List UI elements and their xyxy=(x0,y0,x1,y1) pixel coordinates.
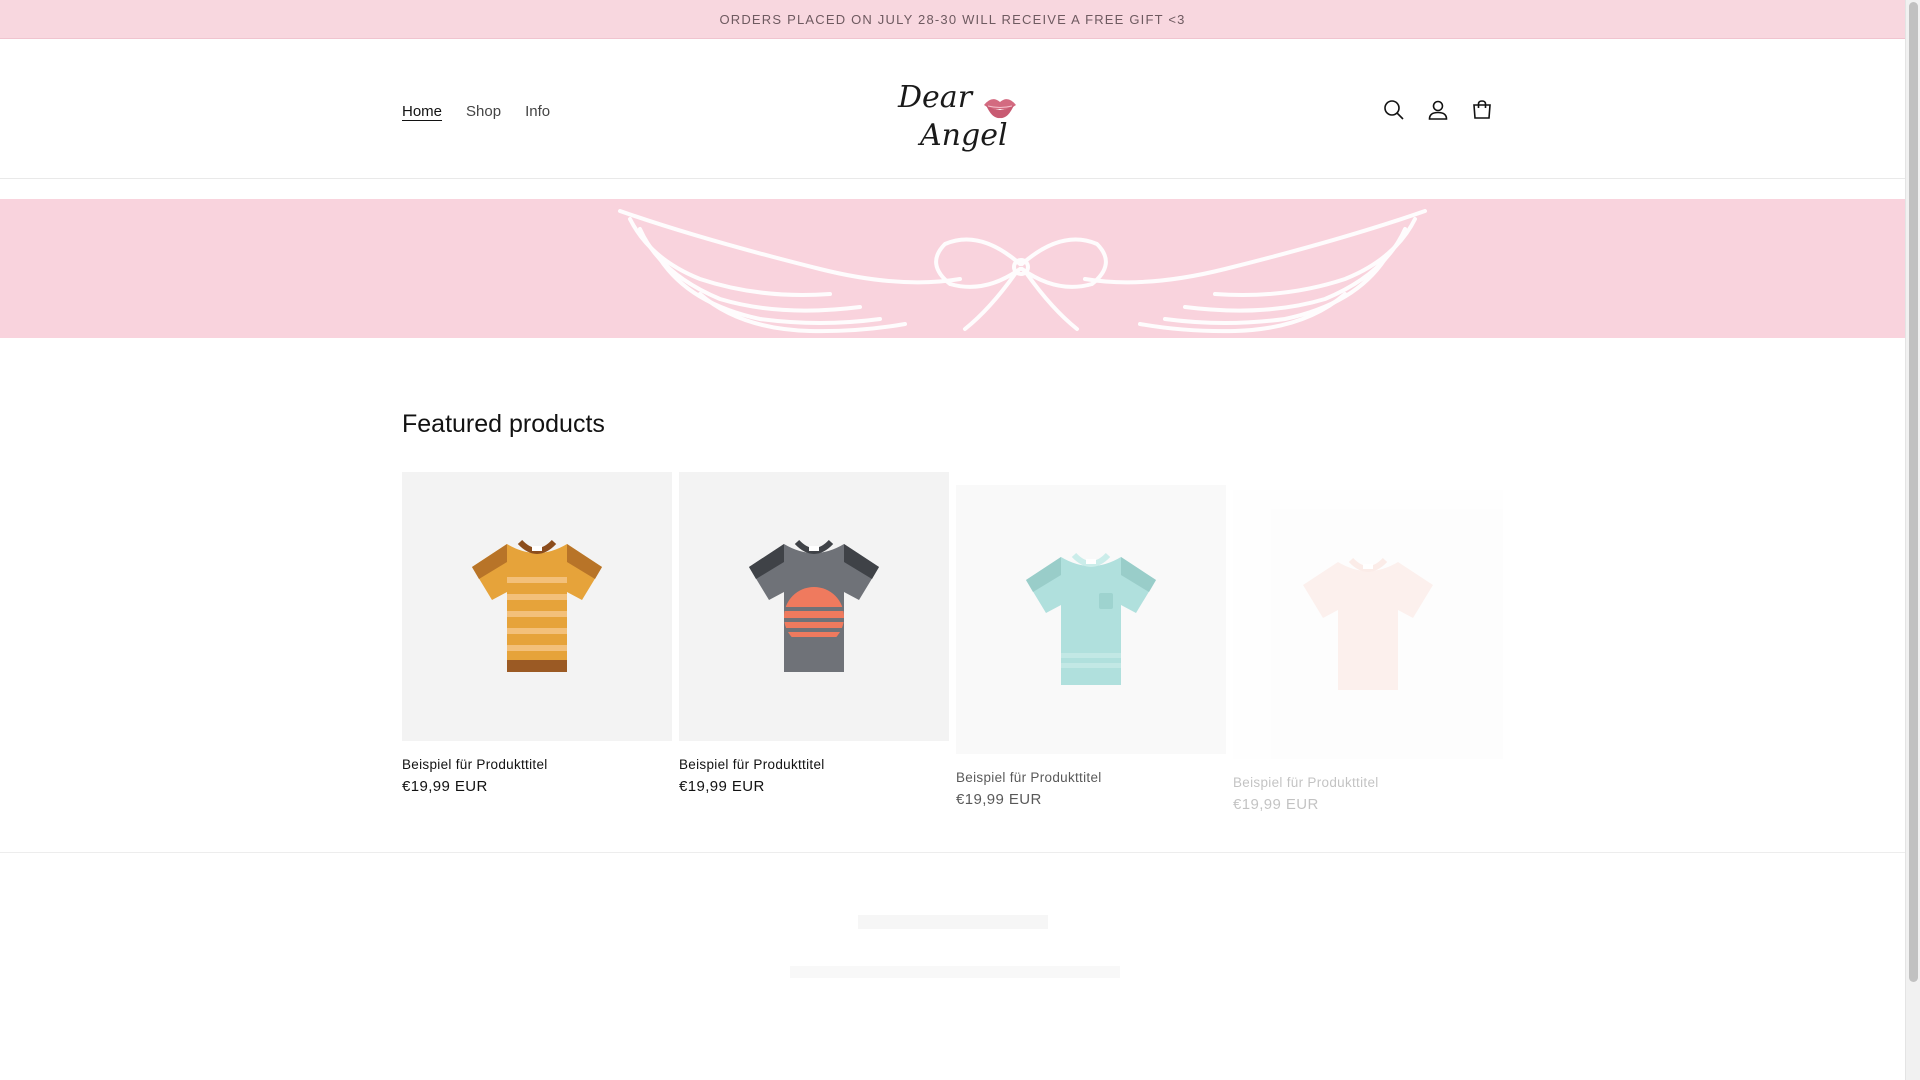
logo-text-dear: Dear xyxy=(897,80,974,115)
product-title[interactable]: Beispiel für Produkttitel xyxy=(1233,775,1503,790)
nav-home[interactable]: Home xyxy=(392,97,454,126)
search-icon[interactable] xyxy=(1376,92,1412,128)
wings-icon xyxy=(618,209,1427,334)
product-title[interactable]: Beispiel für Produkttitel xyxy=(679,757,949,772)
product-card[interactable]: Beispiel für Produkttitel €19,99 EUR xyxy=(402,472,672,795)
lips-icon xyxy=(984,99,1016,119)
nav-info[interactable]: Info xyxy=(513,97,562,126)
page-scrollbar[interactable] xyxy=(1905,0,1920,1080)
product-grid: Beispiel für Produkttitel €19,99 EUR Bei… xyxy=(402,472,1504,813)
product-card[interactable]: Beispiel für Produkttitel €19,99 EUR xyxy=(1233,490,1503,813)
tshirt-icon xyxy=(1303,557,1433,690)
product-card[interactable]: Beispiel für Produkttitel €19,99 EUR xyxy=(956,485,1226,808)
account-icon[interactable] xyxy=(1420,92,1456,128)
section-divider xyxy=(0,852,1905,853)
product-title[interactable]: Beispiel für Produkttitel xyxy=(402,757,672,772)
product-image[interactable] xyxy=(1233,490,1503,759)
tshirt-icon xyxy=(472,539,602,672)
nav-shop[interactable]: Shop xyxy=(454,97,513,126)
announcement-text: ORDERS PLACED ON JULY 28-30 WILL RECEIVE… xyxy=(719,11,1186,27)
product-title[interactable]: Beispiel für Produkttitel xyxy=(956,770,1226,785)
product-price: €19,99 EUR xyxy=(402,778,488,795)
tshirt-icon xyxy=(1026,552,1156,685)
announcement-bar: ORDERS PLACED ON JULY 28-30 WILL RECEIVE… xyxy=(0,0,1905,39)
product-image[interactable] xyxy=(956,485,1226,754)
product-image[interactable] xyxy=(679,472,949,741)
featured-heading: Featured products xyxy=(402,410,605,438)
footer-input-placeholder xyxy=(790,966,1120,978)
tshirt-icon xyxy=(749,539,879,672)
main-nav: Home Shop Info xyxy=(392,97,562,126)
product-price: €19,99 EUR xyxy=(1233,796,1319,813)
scrollbar-thumb[interactable] xyxy=(1909,2,1918,982)
site-header: Home Shop Info Dear Angel xyxy=(0,39,1905,179)
logo-text-angel: Angel xyxy=(917,118,1008,153)
footer-placeholder xyxy=(858,915,1048,929)
product-price: €19,99 EUR xyxy=(679,778,765,795)
cart-icon[interactable] xyxy=(1464,92,1500,128)
hero-banner xyxy=(0,199,1905,338)
product-card[interactable]: Beispiel für Produkttitel €19,99 EUR xyxy=(679,472,949,795)
product-image[interactable] xyxy=(402,472,672,741)
header-icons xyxy=(1376,92,1500,128)
product-price: €19,99 EUR xyxy=(956,791,1042,808)
site-logo[interactable]: Dear Angel xyxy=(890,69,1025,154)
